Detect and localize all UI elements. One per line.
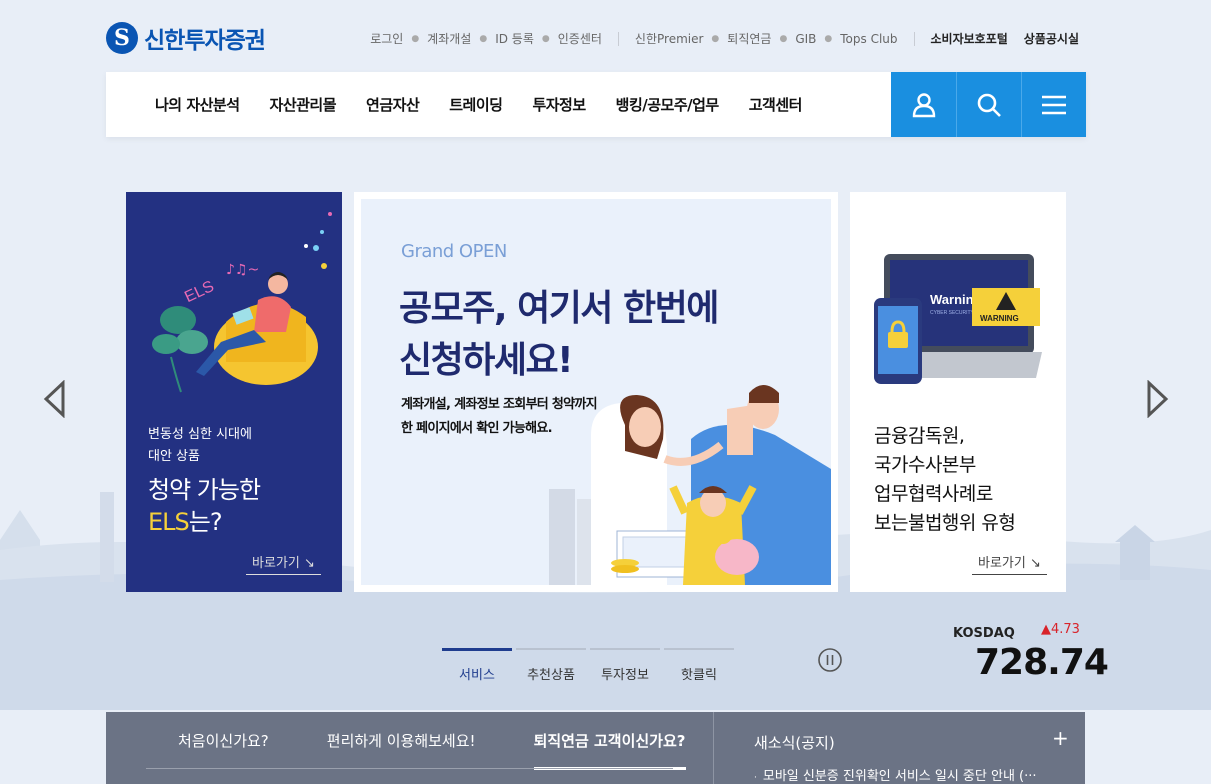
arrow-right-icon: ↘	[1025, 556, 1041, 571]
tab-pension-customer[interactable]: 퇴직연금 고객이신가요?	[533, 712, 686, 770]
nav-asset-analysis[interactable]: 나의 자산분석	[155, 94, 240, 115]
next-arrow[interactable]	[1146, 379, 1170, 422]
banner-fraud-link[interactable]: 바로가기 ↘	[972, 552, 1047, 575]
nav-trading[interactable]: 트레이딩	[449, 94, 503, 115]
tab-invest-info[interactable]: 투자정보	[590, 648, 660, 683]
pause-button[interactable]	[817, 647, 843, 677]
util-cert-center[interactable]: 인증센터	[558, 30, 602, 47]
search-icon	[977, 93, 1001, 117]
index-change: ▲4.73	[1041, 622, 1080, 637]
utility-nav: 로그인 ● 계좌개설 ● ID 등록 ● 인증센터 신한Premier ● 퇴직연금 ● …	[370, 30, 1079, 47]
arrow-right-icon: ↘	[299, 556, 315, 571]
nav-invest-info[interactable]: 투자정보	[532, 94, 586, 115]
util-consumer-portal[interactable]: 소비자보호포털	[931, 30, 1008, 47]
banner-ipo-title: 공모주, 여기서 한번에 신청하세요!	[399, 288, 719, 381]
index-name: KOSDAQ	[953, 626, 1015, 641]
category-tabs: 서비스 추천상품 투자정보 핫클릭	[442, 648, 734, 683]
banner-els-desc: 변동성 심한 시대에 대안 상품	[148, 427, 252, 464]
bottom-panel: 처음이신가요? 편리하게 이용해보세요! 퇴직연금 고객이신가요? 새소식(공지…	[106, 712, 1085, 784]
svg-text:♪♫~: ♪♫~	[226, 262, 259, 278]
svg-text:CYBER SECURITY: CYBER SECURITY	[930, 310, 975, 316]
menu-icon	[1042, 95, 1066, 114]
banner-els[interactable]: ELS ♪♫~ 변동성 심한 시대에 대안 상품 청약 가능한 ELS는? 바로…	[126, 192, 342, 592]
nav-asset-mall[interactable]: 자산관리몰	[270, 94, 337, 115]
news-item[interactable]: · 모바일 신분증 진위확인 서비스 일시 중단 안내 (···	[754, 765, 1037, 784]
svg-text:ELS: ELS	[182, 278, 217, 306]
brand-name: 신한투자증권	[144, 28, 266, 54]
prev-arrow[interactable]	[42, 379, 66, 422]
nav-customer-center[interactable]: 고객센터	[749, 94, 803, 115]
util-tops-club[interactable]: Tops Club	[840, 32, 897, 46]
util-id-register[interactable]: ID 등록	[495, 30, 534, 47]
banner-els-title: 청약 가능한 ELS는?	[148, 476, 261, 536]
laptop-warning-illustration: Warning CYBER SECURITY WARNING	[874, 254, 1042, 384]
pause-icon	[818, 648, 842, 672]
bullet: ·	[754, 773, 757, 783]
banner-ipo[interactable]: Grand OPEN 공모주, 여기서 한번에 신청하세요! 계좌개설, 계좌정…	[354, 192, 838, 592]
tab-hot-click[interactable]: 핫클릭	[664, 648, 734, 683]
main-nav: 나의 자산분석 자산관리몰 연금자산 트레이딩 투자정보 뱅킹/공모주/업무 고…	[106, 72, 1086, 137]
search-button[interactable]	[956, 72, 1021, 137]
util-pension[interactable]: 퇴직연금	[727, 30, 771, 47]
user-button[interactable]	[891, 72, 956, 137]
menu-button[interactable]	[1021, 72, 1086, 137]
tab-recommended[interactable]: 추천상품	[516, 648, 586, 683]
banner-els-link[interactable]: 바로가기 ↘	[246, 552, 321, 575]
tab-first-visit[interactable]: 처음이신가요?	[178, 712, 269, 768]
person-on-beanbag-illustration: ELS ♪♫~	[152, 212, 332, 393]
divider	[713, 712, 714, 784]
util-divider	[913, 31, 915, 46]
util-open-account[interactable]: 계좌개설	[427, 30, 471, 47]
logo-mark: S	[106, 22, 138, 54]
util-premier[interactable]: 신한Premier	[635, 30, 704, 47]
banner-ipo-label: Grand OPEN	[401, 241, 507, 262]
banner-fraud-title: 금융감독원, 국가수사본부 업무협력사례로 보는불법행위 유형	[874, 425, 1016, 534]
news-title: 새소식(공지)	[754, 734, 835, 752]
market-index: KOSDAQ ▲4.73 728.74	[953, 622, 1109, 683]
index-value: 728.74	[975, 642, 1109, 683]
banner-ipo-desc: 계좌개설, 계좌정보 조회부터 청약까지 한 페이지에서 확인 가능해요.	[401, 397, 598, 436]
divider	[146, 768, 673, 769]
banner-fraud-warning[interactable]: Warning CYBER SECURITY WARNING 금융감독원, 국가…	[850, 192, 1066, 592]
tab-service[interactable]: 서비스	[442, 648, 512, 683]
util-divider	[617, 31, 619, 46]
chevron-right-icon	[1147, 379, 1169, 419]
svg-text:WARNING: WARNING	[980, 314, 1019, 323]
nav-pension[interactable]: 연금자산	[366, 94, 420, 115]
user-icon	[912, 92, 935, 117]
brand-logo[interactable]: S 신한투자증권	[106, 21, 266, 55]
tab-convenient[interactable]: 편리하게 이용해보세요!	[327, 712, 476, 768]
util-product-disclosure[interactable]: 상품공시실	[1024, 30, 1079, 47]
chevron-left-icon	[43, 379, 65, 419]
util-gib[interactable]: GIB	[795, 32, 816, 46]
news-more-button[interactable]: +	[1052, 726, 1069, 750]
util-login[interactable]: 로그인	[370, 30, 403, 47]
nav-banking[interactable]: 뱅킹/공모주/업무	[616, 94, 720, 115]
